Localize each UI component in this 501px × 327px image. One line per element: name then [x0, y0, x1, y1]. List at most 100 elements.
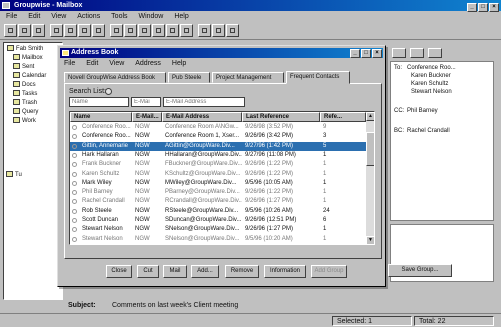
toolbar-address-book-icon[interactable] — [180, 24, 193, 37]
table-row[interactable]: Conference Roo... NGW Conference Room 1, X… — [70, 132, 366, 141]
cell-email-address: MWiley@GroupWare.Div... — [165, 179, 237, 186]
recipient-cc-icon[interactable] — [410, 48, 424, 58]
folder-icon — [13, 54, 20, 60]
tab-pub-steele[interactable]: Pub Steele — [168, 72, 210, 83]
scrollbar-thumb[interactable] — [366, 132, 374, 166]
toolbar-new-icon[interactable] — [4, 24, 17, 37]
menu-actions[interactable]: Actions — [77, 11, 100, 22]
table-row[interactable]: Phil Barney NGW PBarney@GroupWare.Div... 9/… — [70, 188, 366, 197]
scroll-down-icon[interactable]: ▼ — [366, 236, 374, 244]
toolbar-phone-icon[interactable] — [166, 24, 179, 37]
cell-email-type: NGW — [135, 151, 150, 158]
recipient-bc-item[interactable]: Rachel Crandall — [407, 128, 450, 134]
toolbar-folder-icon[interactable] — [212, 24, 225, 37]
dialog-menu-view[interactable]: View — [109, 59, 124, 69]
table-row[interactable]: Rob Steele NGW RSteele@GroupWare.Div... 9/5… — [70, 207, 366, 216]
contact-icon — [72, 227, 77, 233]
table-row[interactable]: Hark Hallaran NGW HHallaran@GroupWare.Div.… — [70, 151, 366, 160]
remove-button[interactable]: Remove — [225, 265, 259, 278]
dialog-maximize-icon[interactable]: □ — [361, 49, 371, 58]
tree-item[interactable]: Calendar — [13, 72, 46, 81]
dialog-minimize-icon[interactable]: _ — [350, 49, 360, 58]
recipient-bc-icon[interactable] — [428, 48, 442, 58]
mail-button[interactable]: Mail — [163, 265, 187, 278]
recipient-to-item[interactable]: Conference Roo... — [407, 65, 456, 71]
tab-novell-address-book[interactable]: Novell GroupWise Address Book — [64, 72, 166, 83]
tree-item[interactable]: Sent — [13, 63, 34, 72]
column-header-email-type[interactable]: E-Mail... — [132, 112, 162, 122]
toolbar-open-icon[interactable] — [18, 24, 31, 37]
recipient-to-icon[interactable] — [392, 48, 406, 58]
recipient-list[interactable]: To: Conference Roo... Karen Buckner Kare… — [390, 61, 494, 221]
tree-item[interactable]: Query — [13, 108, 38, 117]
table-row[interactable]: Conference Roo... NGW Conference Room A\NG… — [70, 123, 366, 132]
menu-window[interactable]: Window — [138, 11, 163, 22]
column-header-references[interactable]: Refe... — [320, 112, 366, 122]
tree-item[interactable]: Trash — [13, 99, 37, 108]
contact-icon — [72, 180, 77, 186]
information-button[interactable]: Information — [264, 265, 306, 278]
cell-email-address: SDuncan@GroupWare.Div... — [165, 217, 242, 223]
tree-item[interactable]: Work — [13, 117, 36, 126]
tree-item[interactable]: Mailbox — [13, 54, 43, 63]
recipient-cc-item[interactable]: Phil Barney — [407, 108, 438, 114]
recipient-to-item[interactable]: Karen Buckner — [411, 73, 451, 79]
table-row[interactable]: Stewart Nelson NGW SNelson@GroupWare.Div..… — [70, 235, 366, 244]
tree-item[interactable]: Docs — [13, 81, 36, 90]
toolbar-task-icon[interactable] — [138, 24, 151, 37]
add-button[interactable]: Add... — [191, 265, 219, 278]
table-row[interactable]: Scott Duncan NGW SDuncan@GroupWare.Div... 9… — [70, 216, 366, 225]
tree-item-label: Work — [22, 118, 36, 124]
dialog-menu-file[interactable]: File — [64, 59, 75, 69]
recipient-to-item[interactable]: Stewart Nelson — [411, 89, 452, 95]
menu-tools[interactable]: Tools — [111, 11, 127, 22]
dialog-menu-address[interactable]: Address — [135, 59, 161, 69]
toolbar-delete-icon[interactable] — [78, 24, 91, 37]
column-header-name[interactable]: Name — [70, 112, 132, 122]
tree-item[interactable]: Fab Smith — [7, 45, 43, 54]
table-row[interactable]: Karen Schultz NGW KSchultz@GroupWare.Div..… — [70, 170, 366, 179]
tree-item[interactable]: Tasks — [13, 90, 37, 99]
tab-project-management[interactable]: Project Management — [212, 72, 284, 83]
toolbar-appointment-icon[interactable] — [124, 24, 137, 37]
menu-file[interactable]: File — [6, 11, 17, 22]
toolbar-print-icon[interactable] — [32, 24, 45, 37]
menu-edit[interactable]: Edit — [28, 11, 40, 22]
cell-name: Mark Wiley — [82, 179, 112, 186]
close-button[interactable]: Close — [106, 265, 132, 278]
table-row[interactable]: Rachel Crandall NGW RCrandall@GroupWare.Di… — [70, 197, 366, 206]
filter-email-type-input[interactable] — [131, 97, 161, 107]
menu-help[interactable]: Help — [174, 11, 188, 22]
table-row[interactable]: Stewart Nelson NGW SNelson@GroupWare.Div..… — [70, 225, 366, 234]
filter-email-address-input[interactable] — [163, 97, 245, 107]
toolbar-mail-icon[interactable] — [110, 24, 123, 37]
cell-email-type: NGW — [135, 217, 150, 223]
search-icon[interactable] — [105, 88, 112, 95]
tree-item[interactable]: Tu — [6, 171, 22, 180]
cell-references: 1 — [323, 151, 327, 158]
contacts-table-scrollbar[interactable]: ▲ ▼ — [366, 112, 374, 244]
toolbar-reply-icon[interactable] — [50, 24, 63, 37]
filter-name-input[interactable] — [69, 97, 129, 107]
column-header-last-reference[interactable]: Last Reference — [242, 112, 320, 122]
recipient-to-item[interactable]: Karen Schultz — [411, 81, 448, 87]
dialog-close-icon[interactable]: × — [372, 49, 382, 58]
scroll-up-icon[interactable]: ▲ — [366, 112, 374, 121]
dialog-menu-edit[interactable]: Edit — [86, 59, 98, 69]
table-row[interactable]: Mark Wiley NGW MWiley@GroupWare.Div... 9/5/… — [70, 179, 366, 188]
cell-last-reference: 9/26/96 (1:27 PM) — [245, 198, 294, 205]
table-row[interactable]: Frank Buckner NGW FBuckner@GroupWare.Div..… — [70, 160, 366, 169]
dialog-menu-help[interactable]: Help — [172, 59, 186, 69]
save-group-button[interactable]: Save Group... — [388, 264, 452, 277]
cut-button[interactable]: Cut — [137, 265, 159, 278]
table-row[interactable]: Gittin, Annemarie NGW AGittin@GroupWare.Di… — [70, 141, 366, 151]
column-header-email-address[interactable]: E-Mail Address — [162, 112, 242, 122]
menu-view[interactable]: View — [51, 11, 66, 22]
toolbar-note-icon[interactable] — [152, 24, 165, 37]
toolbar-search-icon[interactable] — [92, 24, 105, 37]
tab-frequent-contacts[interactable]: Frequent Contacts — [286, 71, 350, 84]
subject-value[interactable]: Comments on last week's Client meeting — [112, 300, 362, 312]
toolbar-calendar-icon[interactable] — [198, 24, 211, 37]
toolbar-forward-icon[interactable] — [64, 24, 77, 37]
toolbar-archive-icon[interactable] — [226, 24, 239, 37]
